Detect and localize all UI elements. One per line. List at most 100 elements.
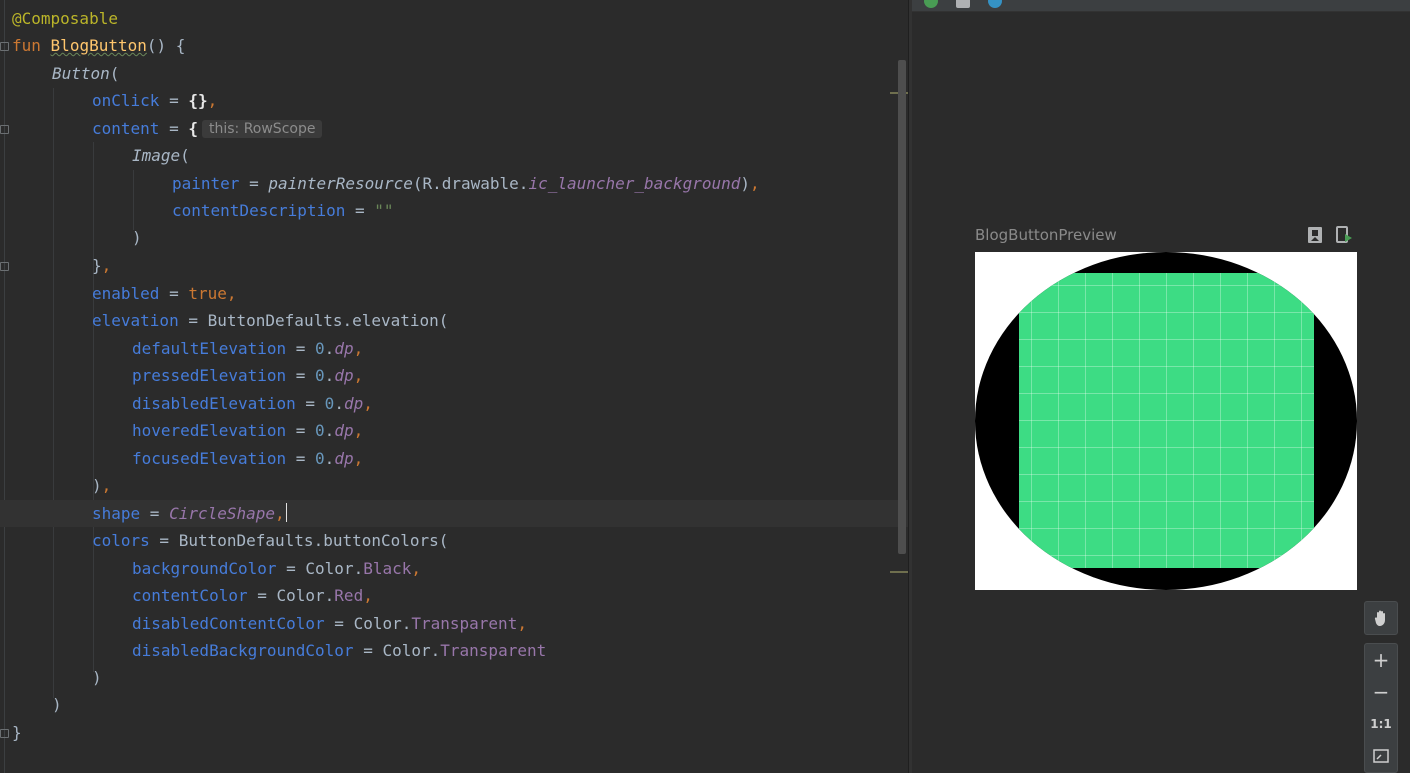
code-line-close-image[interactable]: ) (0, 224, 908, 251)
code-line-colors[interactable]: colors = ButtonDefaults.buttonColors( (0, 527, 908, 554)
comma: , (750, 174, 760, 193)
code-line-annotation[interactable]: @Composable (0, 5, 908, 32)
color-class: Color. (353, 614, 412, 633)
editor-scrollbar[interactable] (898, 60, 906, 554)
shape-param: shape (92, 504, 141, 523)
code-line-color-arg[interactable]: disabledBackgroundColor = Color.Transpar… (0, 637, 908, 664)
code-line-elevation-arg[interactable]: defaultElevation = 0.dp, (0, 335, 908, 362)
color-arg-name: disabledContentColor (132, 614, 325, 633)
comma: , (353, 366, 364, 385)
elevation-arg-name: disabledElevation (132, 394, 296, 413)
text-caret (285, 503, 287, 522)
zoom-to-fit-icon[interactable] (1365, 740, 1397, 772)
circle-button[interactable] (975, 252, 1357, 590)
comma: , (101, 256, 112, 275)
preview-pin-icon[interactable] (1307, 226, 1325, 244)
elevation-call: ButtonDefaults.elevation( (207, 311, 449, 330)
code-line-close-button[interactable]: ) (0, 691, 908, 718)
elevation-arg-name: defaultElevation (132, 339, 287, 358)
refresh-icon[interactable] (924, 0, 938, 8)
code-line-elevation-arg[interactable]: hoveredElevation = 0.dp, (0, 417, 908, 444)
code-line-elevation-arg[interactable]: disabledElevation = 0.dp, (0, 390, 908, 417)
fun-keyword: fun (12, 36, 41, 55)
code-editor[interactable]: @Composable fun BlogButton() { Button( o… (0, 0, 908, 773)
code-line-image-call[interactable]: Image( (0, 142, 908, 169)
dot: . (324, 366, 335, 385)
close-brace: } (92, 256, 102, 275)
zoom-controls: + − 1:1 (1364, 643, 1398, 773)
elevation-arg-unit: dp (343, 394, 364, 413)
comma: , (363, 586, 373, 605)
close-paren: ) (92, 476, 102, 495)
comma: , (353, 339, 364, 358)
enabled-value: true (188, 284, 227, 303)
code-line-close-content[interactable]: }, (0, 252, 908, 279)
elevation-arg-number: 0 (315, 366, 325, 385)
code-line-close-colors[interactable]: ) (0, 664, 908, 691)
equals-sign: = (345, 201, 375, 220)
elevation-arg-number: 0 (315, 421, 325, 440)
color-class: Color. (382, 641, 441, 660)
color-class: Color. (276, 586, 335, 605)
layout-options-icon[interactable] (956, 0, 970, 8)
onclick-value: {} (188, 91, 208, 110)
code-line-fun-declaration[interactable]: fun BlogButton() { (0, 32, 908, 59)
comma: , (226, 284, 237, 303)
equals-sign: = (239, 174, 269, 193)
code-line-close-elevation[interactable]: ), (0, 472, 908, 499)
elevation-arg-name: focusedElevation (132, 449, 287, 468)
code-line-button-call[interactable]: Button( (0, 60, 908, 87)
colors-call: ButtonDefaults.buttonColors( (178, 531, 449, 550)
painter-param: painter (172, 174, 240, 193)
code-line-elevation[interactable]: elevation = ButtonDefaults.elevation( (0, 307, 908, 334)
painter-arg-prefix: (R.drawable. (412, 174, 529, 193)
function-name: BlogButton (50, 36, 147, 55)
comma: , (353, 421, 364, 440)
code-line-content-description[interactable]: contentDescription = "" (0, 197, 908, 224)
preview-render[interactable] (975, 252, 1357, 590)
comma: , (363, 394, 373, 413)
onclick-param: onClick (92, 91, 160, 110)
elevation-arg-unit: dp (334, 449, 354, 468)
elevation-arg-number: 0 (315, 339, 325, 358)
annotation-token: @Composable (12, 9, 118, 28)
hand-icon[interactable] (1365, 602, 1397, 634)
code-line-close-function[interactable]: } (0, 719, 908, 746)
comma: , (411, 559, 422, 578)
equals-sign: = (159, 284, 189, 303)
open-paren: ( (180, 146, 190, 165)
equals-sign: = (149, 531, 179, 550)
elevation-arg-number: 0 (315, 449, 325, 468)
code-line-elevation-arg[interactable]: pressedElevation = 0.dp, (0, 362, 908, 389)
close-paren: ) (52, 695, 62, 714)
code-line-color-arg[interactable]: contentColor = Color.Red, (0, 582, 908, 609)
equals-sign: = (286, 339, 316, 358)
deploy-preview-icon[interactable] (1335, 226, 1353, 244)
dot: . (324, 421, 335, 440)
content-description-param: contentDescription (172, 201, 346, 220)
code-line-content[interactable]: content = {this: RowScope (0, 115, 908, 142)
content-brace: { (188, 119, 198, 138)
compose-preview-pane[interactable]: BlogButtonPreview + − 1:1 (912, 0, 1410, 773)
equals-sign: = (140, 504, 170, 523)
code-line-onclick[interactable]: onClick = {}, (0, 87, 908, 114)
preview-toolbar (912, 0, 1410, 12)
code-line-elevation-arg[interactable]: focusedElevation = 0.dp, (0, 445, 908, 472)
equals-sign: = (247, 586, 277, 605)
painter-resource: ic_launcher_background (528, 174, 741, 193)
interactive-mode-icon[interactable] (988, 0, 1002, 8)
color-arg-value: Black (363, 559, 412, 578)
scroll-marker[interactable] (890, 571, 908, 573)
content-param: content (92, 119, 160, 138)
code-line-color-arg[interactable]: disabledContentColor = Color.Transparent… (0, 610, 908, 637)
code-line-color-arg[interactable]: backgroundColor = Color.Black, (0, 555, 908, 582)
colors-param: colors (92, 531, 150, 550)
code-line-painter[interactable]: painter = painterResource(R.drawable.ic_… (0, 170, 908, 197)
zoom-out-button[interactable]: − (1365, 676, 1397, 708)
equals-sign: = (159, 91, 189, 110)
code-line-enabled[interactable]: enabled = true, (0, 280, 908, 307)
launcher-background-image (1019, 273, 1314, 568)
code-line-shape[interactable]: shape = CircleShape, (0, 500, 908, 527)
zoom-in-button[interactable]: + (1365, 644, 1397, 676)
actual-size-button[interactable]: 1:1 (1365, 708, 1397, 740)
